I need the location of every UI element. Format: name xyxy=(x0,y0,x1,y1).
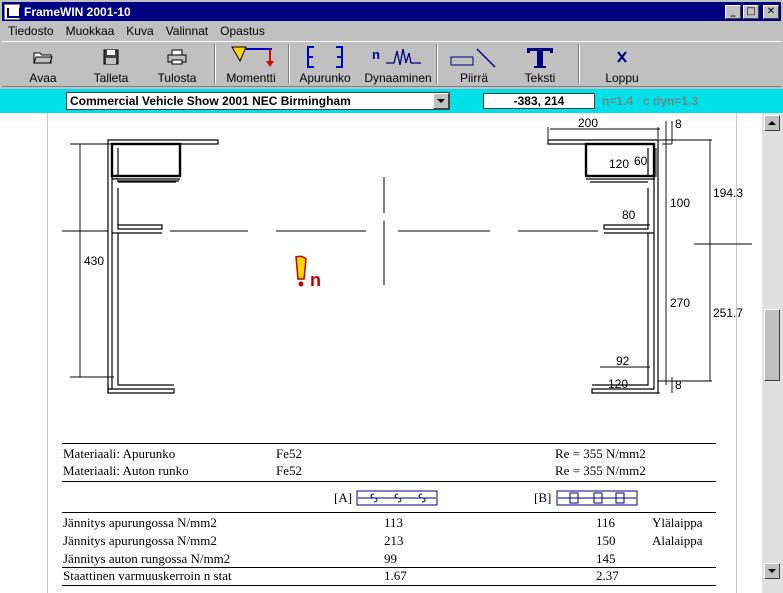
material-subframe-label: Materiaali: Apurunko xyxy=(63,446,176,461)
divider xyxy=(62,443,716,444)
result-b: 150 xyxy=(596,533,616,548)
vertical-scrollbar[interactable] xyxy=(762,113,783,593)
toolbar-separator xyxy=(288,44,290,84)
section-b-label: [B] xyxy=(534,490,552,505)
dim-251: 251.7 xyxy=(713,306,743,320)
divider xyxy=(62,585,716,586)
cdyn-value: c dyn=1.3 xyxy=(643,94,699,108)
dim-120-bottom: 120 xyxy=(608,377,628,391)
framewin-window: FrameWIN 2001-10 _ □ ✕ Tiedosto Muokkaa … xyxy=(0,0,783,593)
result-note: Alalaippa xyxy=(652,533,703,548)
result-a: 1.67 xyxy=(384,568,407,583)
toolbar: Avaa Talleta Tulosta Momentti Apurunko n… xyxy=(2,41,781,87)
material-chassis-grade: Fe52 xyxy=(276,463,302,478)
floppy-disk-icon xyxy=(103,49,119,65)
material-subframe-grade: Fe52 xyxy=(276,446,302,461)
draw-button[interactable]: Piirrä xyxy=(442,44,506,86)
scroll-down-button[interactable] xyxy=(764,563,780,579)
result-a: 113 xyxy=(384,515,404,530)
material-chassis-label: Materiaali: Auton runko xyxy=(63,463,189,478)
toolbar-separator xyxy=(214,44,216,84)
dim-8-top: 8 xyxy=(675,117,682,131)
dim-80: 80 xyxy=(622,208,636,222)
save-button[interactable]: Talleta xyxy=(80,44,142,86)
result-note: Ylälaippa xyxy=(652,515,703,530)
cross-section-drawing: 430 200 8 120 60 100 80 270 92 120 8 194… xyxy=(62,116,752,394)
maximize-button[interactable]: □ xyxy=(743,4,759,19)
svg-text:n: n xyxy=(310,270,321,290)
divider xyxy=(62,512,716,513)
result-b: 116 xyxy=(596,515,616,530)
folder-open-icon xyxy=(33,52,53,64)
joint-a-icon xyxy=(356,490,438,506)
draw-line-icon xyxy=(450,48,496,68)
menu-opastus[interactable]: Opastus xyxy=(214,24,271,38)
menu-muokkaa[interactable]: Muokkaa xyxy=(60,24,121,38)
result-b: 2.37 xyxy=(596,568,619,583)
exit-button[interactable]: Loppu xyxy=(586,44,658,86)
scroll-thumb[interactable] xyxy=(764,309,780,381)
result-label: Jännitys auton rungossa N/mm2 xyxy=(63,551,231,566)
text-tool-icon xyxy=(527,48,553,68)
dim-194: 194.3 xyxy=(713,186,743,200)
drawing-canvas[interactable]: 430 200 8 120 60 100 80 270 92 120 8 194… xyxy=(0,113,762,593)
result-label: Jännitys apurungossa N/mm2 xyxy=(63,515,217,530)
result-label: Staattinen varmuuskerroin n stat xyxy=(63,568,232,583)
result-b: 145 xyxy=(596,551,616,566)
project-select[interactable]: Commercial Vehicle Show 2001 NEC Birming… xyxy=(66,92,450,110)
print-button[interactable]: Tulosta xyxy=(146,44,208,86)
subframe-button[interactable]: Apurunko xyxy=(294,44,356,86)
parameters-readout: n=1.4 c dyn=1.3 xyxy=(602,94,698,108)
section-a-label: [A] xyxy=(334,490,353,505)
result-a: 99 xyxy=(384,551,397,566)
text-button[interactable]: Teksti xyxy=(508,44,572,86)
app-icon[interactable] xyxy=(4,3,21,20)
joint-b-icon xyxy=(556,490,638,506)
minimize-button[interactable]: _ xyxy=(725,4,741,19)
moment-load-icon xyxy=(231,46,274,67)
close-button[interactable]: ✕ xyxy=(763,4,779,19)
dim-120-top: 120 xyxy=(609,157,629,171)
svg-text:n: n xyxy=(372,47,380,62)
title-bar: FrameWIN 2001-10 _ □ ✕ xyxy=(2,2,781,21)
dim-60: 60 xyxy=(634,154,648,168)
printer-icon xyxy=(167,49,187,65)
toolbar-separator xyxy=(578,44,580,84)
chevron-down-icon[interactable] xyxy=(433,93,449,109)
dim-100: 100 xyxy=(670,196,690,210)
open-button[interactable]: Avaa xyxy=(12,44,74,86)
dim-8-bottom: 8 xyxy=(675,378,682,392)
result-label: Jännitys apurungossa N/mm2 xyxy=(63,533,217,548)
subframe-profile-icon xyxy=(307,46,343,68)
divider xyxy=(62,481,716,482)
dim-270: 270 xyxy=(670,296,690,310)
dim-200: 200 xyxy=(578,116,598,130)
menu-bar: Tiedosto Muokkaa Kuva Valinnat Opastus xyxy=(2,22,781,40)
project-select-value: Commercial Vehicle Show 2001 NEC Birming… xyxy=(70,94,351,108)
coordinate-readout: -383, 214 xyxy=(483,93,595,109)
menu-valinnat[interactable]: Valinnat xyxy=(160,24,214,38)
exit-x-icon xyxy=(617,51,627,63)
material-subframe-re: Re = 355 N/mm2 xyxy=(555,446,646,461)
n-value: n=1.4 xyxy=(602,94,634,108)
menu-tiedosto[interactable]: Tiedosto xyxy=(2,24,60,38)
menu-kuva[interactable]: Kuva xyxy=(120,24,159,38)
toolbar-separator xyxy=(436,44,438,84)
window-title: FrameWIN 2001-10 xyxy=(24,4,131,19)
dynamic-button[interactable]: n Dynaaminen xyxy=(364,44,432,86)
material-chassis-re: Re = 355 N/mm2 xyxy=(555,463,646,478)
result-a: 213 xyxy=(384,533,404,548)
warning-icon[interactable]: n xyxy=(295,255,321,290)
dynamic-wave-icon: n xyxy=(372,47,421,66)
dim-height-430: 430 xyxy=(84,254,104,268)
dim-92: 92 xyxy=(616,354,630,368)
moment-button[interactable]: Momentti xyxy=(220,44,282,86)
scroll-up-button[interactable] xyxy=(764,115,780,131)
info-bar: Commercial Vehicle Show 2001 NEC Birming… xyxy=(0,89,783,113)
